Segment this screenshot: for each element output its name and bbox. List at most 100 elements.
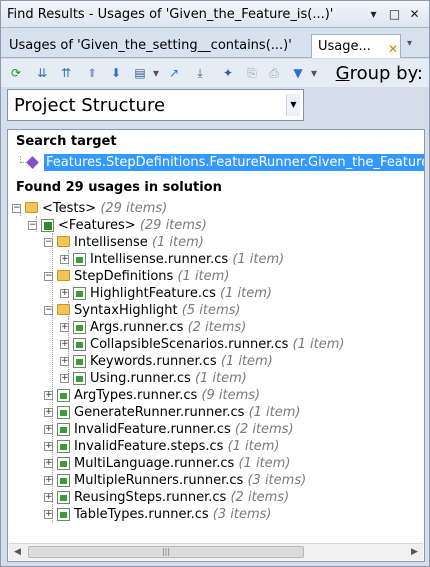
- tree-node-count: (1 item): [220, 354, 273, 369]
- folder-icon: [57, 304, 70, 315]
- expand-icon[interactable]: +: [44, 391, 53, 400]
- tree-node-file[interactable]: + MultipleRunners.runner.cs (3 items): [44, 472, 306, 489]
- open-icon[interactable]: ↗: [165, 64, 183, 82]
- csharp-file-icon: [57, 474, 70, 487]
- tree-node-count: (1 item): [227, 439, 280, 454]
- expand-icon[interactable]: +: [60, 374, 69, 383]
- paste-icon[interactable]: ⎙: [265, 64, 283, 82]
- tree-node-count: (2 items): [234, 422, 294, 437]
- group-by-accesskey: G: [335, 63, 350, 84]
- tab-label: Usages of 'Given_the_setting__contains(.…: [9, 38, 292, 53]
- tree-node-label: MultiLanguage.runner.cs: [74, 456, 235, 471]
- tree-node-file[interactable]: + Intellisense.runner.cs (1 item): [60, 251, 284, 268]
- tree-node-file[interactable]: + ReusingSteps.runner.cs (2 items): [44, 489, 289, 506]
- tree-node-count: (2 items): [230, 490, 290, 505]
- expand-icon[interactable]: +: [44, 425, 53, 434]
- tree-node-count: (1 item): [220, 286, 272, 301]
- results-heading: Found 29 usages in solution: [16, 180, 222, 195]
- expand-icon[interactable]: +: [60, 255, 69, 264]
- tree-node-label: SyntaxHighlight: [74, 303, 178, 318]
- collapse-icon[interactable]: −: [28, 221, 37, 230]
- expand-icon[interactable]: +: [60, 323, 69, 332]
- csharp-file-icon: [57, 423, 70, 436]
- bookmark-icon[interactable]: ✦: [219, 64, 237, 82]
- collapse-icon[interactable]: −: [44, 238, 53, 247]
- window-title: Find Results - Usages of 'Given_the_Feat…: [7, 7, 334, 22]
- collapse-icon[interactable]: −: [12, 204, 21, 213]
- tree-node-count: (1 item): [238, 456, 291, 471]
- title-bar[interactable]: Find Results - Usages of 'Given_the_Feat…: [1, 1, 429, 28]
- collapse-icon[interactable]: −: [44, 272, 53, 281]
- group-by-value: Project Structure: [14, 95, 166, 116]
- group-by-label: Group by:: [336, 63, 423, 84]
- tree-node-label: HighlightFeature.cs: [90, 286, 216, 301]
- csharp-file-icon: [57, 440, 70, 453]
- tree-node-syntaxhighlight[interactable]: − SyntaxHighlight (5 items): [44, 302, 240, 319]
- tree-node-file[interactable]: + InvalidFeature.steps.cs (1 item): [44, 438, 279, 455]
- search-target-item[interactable]: Features.StepDefinitions.FeatureRunner.G…: [44, 154, 424, 171]
- tree-node-stepdefinitions[interactable]: − StepDefinitions (1 item): [44, 268, 229, 285]
- refresh-icon[interactable]: ⟳: [7, 64, 25, 82]
- expand-all-icon[interactable]: ⇊: [33, 64, 51, 82]
- next-icon[interactable]: ⬇: [107, 64, 125, 82]
- expand-icon[interactable]: +: [44, 459, 53, 468]
- tree-node-label: ArgTypes.runner.cs: [74, 388, 198, 403]
- collapse-icon[interactable]: −: [44, 306, 53, 315]
- window-menu-chevron-icon[interactable]: ▾: [365, 6, 382, 23]
- export-icon[interactable]: ⤓: [191, 64, 209, 82]
- tree-node-intellisense[interactable]: − Intellisense (1 item): [44, 234, 204, 251]
- scroll-right-icon[interactable]: ▶: [406, 544, 423, 560]
- tree-node-count: (1 item): [292, 337, 345, 352]
- csharp-file-icon: [57, 508, 70, 521]
- tree-node-file[interactable]: + GenerateRunner.runner.cs (1 item): [44, 404, 301, 421]
- tree-node-file[interactable]: + ArgTypes.runner.cs (9 items): [44, 387, 260, 404]
- expand-icon[interactable]: +: [44, 476, 53, 485]
- folder-icon: [25, 202, 38, 213]
- scroll-thumb[interactable]: |||: [28, 546, 304, 558]
- tree-node-tests[interactable]: − <Tests> (29 items): [12, 200, 167, 217]
- maximize-icon[interactable]: □: [386, 6, 403, 23]
- tree-node-count: (29 items): [100, 201, 168, 216]
- tree-node-count: (9 items): [201, 388, 261, 403]
- tree-node-file[interactable]: + InvalidFeature.runner.cs (2 items): [44, 421, 294, 438]
- tree-node-file[interactable]: + CollapsibleScenarios.runner.cs (1 item): [60, 336, 344, 353]
- expand-icon[interactable]: +: [44, 493, 53, 502]
- tree-node-label: <Features>: [58, 218, 136, 233]
- tab-close-icon[interactable]: ✕: [388, 42, 398, 56]
- close-icon[interactable]: ✕: [406, 6, 423, 23]
- collapse-all-icon[interactable]: ⇈: [57, 64, 75, 82]
- expand-icon[interactable]: +: [44, 408, 53, 417]
- view-chevron-down-icon[interactable]: ▾: [147, 64, 165, 82]
- copy-icon[interactable]: ⎘: [243, 64, 261, 82]
- expand-icon[interactable]: +: [44, 442, 53, 451]
- tree-node-label: CollapsibleScenarios.runner.cs: [90, 337, 289, 352]
- csharp-file-icon: [73, 338, 86, 351]
- tree-node-file[interactable]: + Args.runner.cs (2 items): [60, 319, 246, 336]
- csharp-file-icon: [73, 355, 86, 368]
- tree-node-label: Using.runner.cs: [90, 371, 191, 386]
- csharp-file-icon: [57, 491, 70, 504]
- tab-usages-setting-contains[interactable]: Usages of 'Given_the_setting__contains(.…: [3, 34, 303, 58]
- group-by-select[interactable]: Project Structure ▼: [7, 89, 304, 121]
- previous-icon[interactable]: ⬆: [83, 64, 101, 82]
- group-by-text: roup by:: [349, 63, 423, 84]
- chevron-down-icon[interactable]: ▼: [286, 94, 300, 116]
- expand-icon[interactable]: +: [44, 510, 53, 519]
- tree-node-features[interactable]: − <Features> (29 items): [28, 217, 207, 234]
- expand-icon[interactable]: +: [60, 340, 69, 349]
- expand-icon[interactable]: +: [60, 289, 69, 298]
- tab-pin-icon[interactable]: ▾: [407, 38, 412, 49]
- results-tabstrip: Usages of 'Given_the_setting__contains(.…: [1, 29, 429, 58]
- find-results-window: Find Results - Usages of 'Given_the_Feat…: [0, 0, 430, 567]
- tree-node-file[interactable]: + HighlightFeature.cs (1 item): [60, 285, 272, 302]
- tree-node-file[interactable]: + TableTypes.runner.cs (3 items): [44, 506, 272, 523]
- tree-node-file[interactable]: + MultiLanguage.runner.cs (1 item): [44, 455, 290, 472]
- filter-chevron-down-icon[interactable]: ▾: [305, 64, 323, 82]
- tree-node-file[interactable]: + Using.runner.cs (1 item): [60, 370, 247, 387]
- expand-icon[interactable]: +: [60, 357, 69, 366]
- tree-node-file[interactable]: + Keywords.runner.cs (1 item): [60, 353, 273, 370]
- scroll-left-icon[interactable]: ◀: [9, 544, 26, 560]
- tab-usages-feature-is[interactable]: Usage... ✕: [311, 34, 401, 58]
- tree-node-count: (1 item): [177, 269, 230, 284]
- horizontal-scrollbar[interactable]: ◀ ||| ▶: [9, 543, 423, 560]
